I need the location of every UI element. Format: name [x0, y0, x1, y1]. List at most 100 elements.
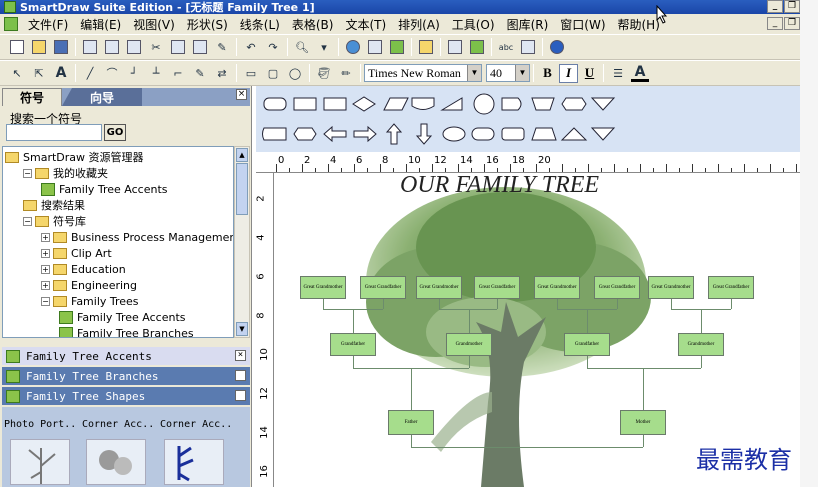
scroll-up-icon[interactable]: ▲	[236, 148, 248, 162]
tree-scrollbar[interactable]: ▲ ▼	[234, 146, 250, 338]
corner-accent-shape[interactable]	[86, 439, 146, 485]
grandparent-box[interactable]: Grandfather	[564, 333, 610, 356]
tree-item[interactable]: + Education	[41, 261, 126, 277]
tree-item[interactable]: 搜索结果	[23, 197, 85, 213]
parent-box[interactable]: Mother	[620, 410, 666, 435]
abc-check-icon[interactable]: abc	[497, 38, 515, 56]
corner-accent-shape[interactable]	[164, 439, 224, 485]
photo-portrait-shape[interactable]	[10, 439, 70, 485]
italic-button[interactable]: I	[559, 63, 578, 83]
library-bar[interactable]: Family Tree Branches ×	[2, 367, 250, 385]
new-icon[interactable]	[8, 38, 26, 56]
font-color-button[interactable]: A	[631, 64, 649, 82]
tree-item[interactable]: + Clip Art	[41, 245, 112, 261]
menu-library[interactable]: 图库(R)	[501, 16, 555, 33]
tree-item[interactable]: + Engineering	[41, 277, 137, 293]
parent-box[interactable]: Father	[388, 410, 434, 435]
close-icon[interactable]: ×	[235, 350, 246, 361]
expand-icon[interactable]: +	[41, 264, 50, 274]
expand-icon[interactable]: +	[41, 248, 50, 258]
line-tool-icon[interactable]: ╱	[81, 64, 99, 82]
zoom-dropdown-icon[interactable]: ▾	[315, 38, 333, 56]
undo-icon[interactable]: ↶	[242, 38, 260, 56]
text-tool-icon[interactable]: A	[52, 64, 70, 82]
great-grandparent-box[interactable]: Great Grandfather	[360, 276, 406, 299]
great-grandparent-box[interactable]: Great Grandmother	[416, 276, 462, 299]
font-size-select[interactable]: 40 ▼	[486, 64, 530, 82]
collapse-icon[interactable]: −	[41, 296, 50, 306]
scroll-down-icon[interactable]: ▼	[236, 322, 248, 336]
fill-color-icon[interactable]: 🪣︎	[315, 64, 333, 82]
restore-button[interactable]: ❐	[784, 0, 800, 13]
library-bar[interactable]: Family Tree Shapes ×	[2, 387, 250, 405]
arrow-style-icon[interactable]: ⇄	[213, 64, 231, 82]
page-title[interactable]: OUR FAMILY TREE	[400, 172, 599, 199]
cut-icon[interactable]: ✂	[147, 38, 165, 56]
send-icon[interactable]	[388, 38, 406, 56]
great-grandparent-box[interactable]: Great Grandmother	[300, 276, 346, 299]
help-icon[interactable]	[548, 38, 566, 56]
open-icon[interactable]	[30, 38, 48, 56]
tab-symbols[interactable]: 符号	[2, 88, 62, 106]
redo-icon[interactable]: ↷	[264, 38, 282, 56]
doc-restore-button[interactable]: ❐	[784, 17, 800, 30]
zoom-icon[interactable]: 🔍︎	[293, 38, 311, 56]
spellcheck-icon[interactable]	[125, 38, 143, 56]
connector-icon[interactable]: ┴	[147, 64, 165, 82]
tree-item[interactable]: Family Tree Accents	[59, 309, 186, 325]
chevron-down-icon[interactable]: ▼	[467, 65, 481, 81]
menu-file[interactable]: 文件(F)	[22, 16, 74, 33]
smartdraw-symbol-icon[interactable]	[468, 38, 486, 56]
great-grandparent-box[interactable]: Great Grandmother	[648, 276, 694, 299]
great-grandparent-box[interactable]: Great Grandfather	[474, 276, 520, 299]
library-icon[interactable]	[417, 38, 435, 56]
expand-icon[interactable]: +	[41, 280, 50, 290]
collapse-icon[interactable]: −	[23, 216, 32, 226]
save-icon[interactable]	[52, 38, 70, 56]
pen-icon[interactable]: ✎	[191, 64, 209, 82]
table-icon[interactable]	[446, 38, 464, 56]
menu-line[interactable]: 线条(L)	[234, 16, 286, 33]
menu-text[interactable]: 文本(T)	[339, 16, 392, 33]
close-icon[interactable]: ×	[236, 89, 247, 100]
search-input[interactable]	[6, 124, 102, 141]
scroll-thumb[interactable]	[236, 163, 248, 215]
minimize-button[interactable]: _	[767, 0, 783, 13]
document-icon[interactable]	[4, 17, 18, 31]
grandparent-box[interactable]: Grandmother	[678, 333, 724, 356]
copy-icon[interactable]	[169, 38, 187, 56]
print-icon[interactable]	[81, 38, 99, 56]
rectangle-tool-icon[interactable]: ▭	[242, 64, 260, 82]
curve-tool-icon[interactable]: ⌒	[103, 64, 121, 82]
go-button[interactable]: GO	[104, 124, 126, 141]
library-bar[interactable]: Family Tree Accents ×	[2, 347, 250, 365]
menu-edit[interactable]: 编辑(E)	[74, 16, 127, 33]
menu-window[interactable]: 窗口(W)	[554, 16, 611, 33]
print-preview-icon[interactable]	[103, 38, 121, 56]
right-scrollbar[interactable]	[800, 0, 818, 487]
bold-button[interactable]: B	[538, 64, 557, 83]
great-grandparent-box[interactable]: Great Grandfather	[594, 276, 640, 299]
great-grandparent-box[interactable]: Great Grandfather	[708, 276, 754, 299]
line-color-icon[interactable]: ✏	[337, 64, 355, 82]
paste-icon[interactable]	[191, 38, 209, 56]
select-icon[interactable]: ⇱	[30, 64, 48, 82]
menu-table[interactable]: 表格(B)	[286, 16, 340, 33]
grandparent-box[interactable]: Grandmother	[446, 333, 492, 356]
chevron-down-icon[interactable]: ▼	[515, 65, 529, 81]
align-icon[interactable]: ☰	[609, 64, 627, 82]
menu-shape[interactable]: 形状(S)	[181, 16, 234, 33]
tree-item[interactable]: − Family Trees	[41, 293, 139, 309]
great-grandparent-box[interactable]: Great Grandmother	[534, 276, 580, 299]
tree-item[interactable]: Family Tree Accents	[41, 181, 168, 197]
drawing-canvas[interactable]	[256, 152, 800, 487]
close-icon[interactable]: ×	[235, 370, 246, 381]
underline-button[interactable]: U	[580, 64, 599, 83]
tree-item[interactable]: − 我的收藏夹	[23, 165, 108, 181]
tree-item[interactable]: SmartDraw 资源管理器	[5, 149, 144, 165]
crop-icon[interactable]: ⌐	[169, 64, 187, 82]
menu-arrange[interactable]: 排列(A)	[392, 16, 446, 33]
elbow-line-icon[interactable]: ┘	[125, 64, 143, 82]
tab-wizard[interactable]: 向导	[62, 88, 142, 106]
menu-tools[interactable]: 工具(O)	[446, 16, 501, 33]
